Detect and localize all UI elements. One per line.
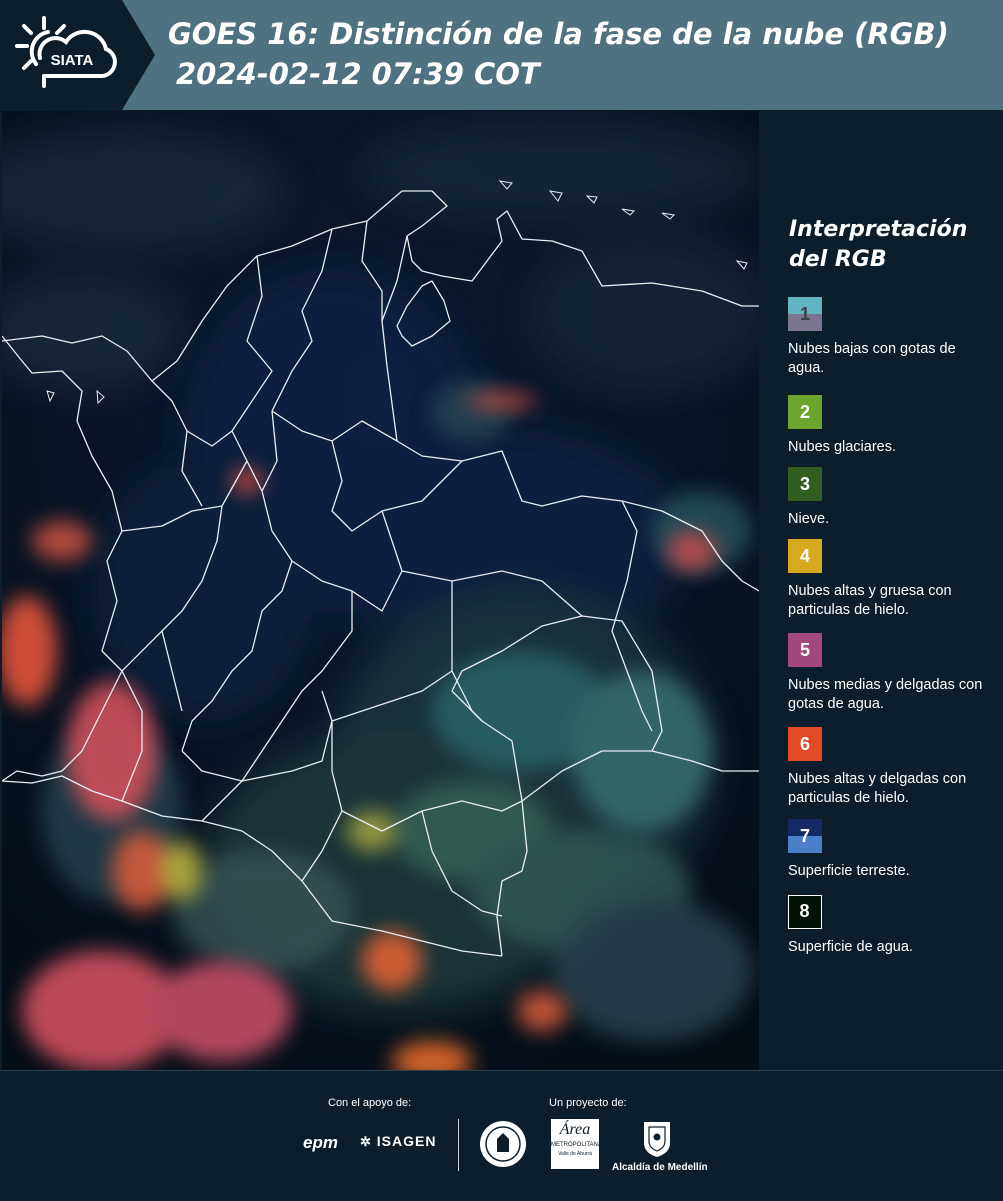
header-bar: SIATA GOES 16: Distinción de la fase de … [0,0,1003,110]
siata-logo: SIATA [0,0,155,110]
legend-label-6: Nubes altas y delgadas con particulas de… [788,771,967,806]
medellin-seal-icon [480,1121,526,1167]
legend-item-4: 4 Nubes altas y gruesa con particulas de… [788,539,993,620]
legend-swatch-1: 1 [788,297,822,331]
footer-bar: Con el apoyo de: Un proyecto de: epm ✲ I… [0,1070,1003,1201]
satellite-map [2,111,759,1070]
area-logo-word: Área [559,1121,591,1138]
legend-label-8: Superficie de agua. [788,939,913,955]
legend-item-6: 6 Nubes altas y delgadas con particulas … [788,727,993,808]
legend-label-3: Nieve. [788,511,830,527]
area-metropolitana-logo: Área METROPOLITANA Valle de Aburrá [551,1119,602,1169]
area-logo-valle: Valle de Aburrá [558,1151,592,1157]
alcaldia-shield-icon [644,1122,670,1157]
legend-item-5: 5 Nubes medias y delgadas con gotas de a… [788,633,993,714]
legend-number-7: 7 [799,826,810,846]
alcaldia-label: Alcaldía de Medellín [612,1162,708,1173]
legend-swatch-5: 5 [788,633,822,667]
legend-number-8: 8 [799,901,810,921]
legend-label-5: Nubes medias y delgadas con gotas de agu… [788,677,983,712]
legend-number-4: 4 [799,546,810,566]
legend-number-6: 6 [799,734,810,754]
legend-title-line1: Interpretación [789,217,968,242]
legend-label-2: Nubes glaciares. [788,439,896,455]
legend-swatch-8: 8 [788,895,822,929]
legend-item-3: 3 Nieve. [788,467,993,529]
legend-number-2: 2 [799,402,810,422]
legend-swatch-7: 7 [788,819,822,853]
title-timestamp: 2024-02-12 07:39 COT [176,57,540,91]
area-logo-metropolitana: METROPOLITANA [551,1142,602,1148]
page-title: GOES 16: Distinción de la fase de la nub… [168,14,949,94]
legend-number-3: 3 [799,474,810,494]
legend-swatch-4: 4 [788,539,822,573]
support-label: Con el apoyo de: [328,1097,412,1109]
svg-text:SIATA: SIATA [51,52,94,69]
legend-item-7: 7 Superficie terreste. [788,819,993,881]
isagen-label: ISAGEN [376,1133,437,1149]
siata-sun-cloud-icon: SIATA [15,16,117,88]
title-product: GOES 16: Distinción de la fase de la nub… [168,17,949,51]
legend-title-line2: del RGB [789,247,887,272]
legend-title: Interpretación del RGB [789,215,967,275]
epm-logo: epm [303,1133,338,1152]
rgb-satellite-image [2,111,759,1070]
isagen-icon: ✲ [360,1134,372,1149]
project-label: Un proyecto de: [549,1097,627,1109]
footer-divider [458,1119,459,1171]
legend-number-5: 5 [799,640,810,660]
legend-swatch-2: 2 [788,395,822,429]
legend-swatch-3: 3 [788,467,822,501]
legend-swatch-6: 6 [788,727,822,761]
isagen-logo: ✲ ISAGEN [360,1133,436,1150]
legend-item-1: 1 Nubes bajas con gotas de agua. [788,297,993,378]
legend-label-4: Nubes altas y gruesa con particulas de h… [788,583,952,618]
legend-item-8: 8 Superficie de agua. [788,895,993,957]
legend-label-7: Superficie terreste. [788,863,910,879]
legend-number-1: 1 [799,304,810,324]
legend-label-1: Nubes bajas con gotas de agua. [788,341,956,376]
legend-item-2: 2 Nubes glaciares. [788,395,993,457]
legend-panel: Interpretación del RGB 1 Nubes bajas con… [762,111,1003,1070]
